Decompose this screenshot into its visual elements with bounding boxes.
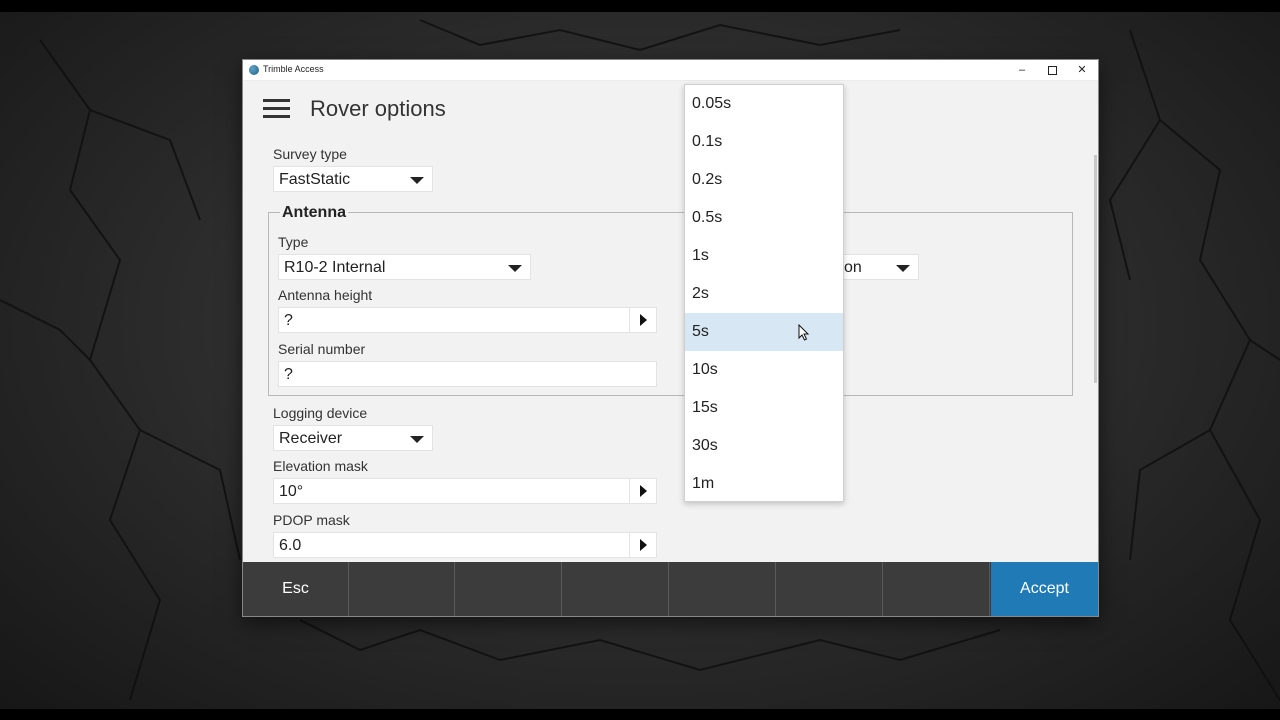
- dropdown-option[interactable]: 10s: [685, 351, 843, 389]
- dropdown-option[interactable]: 0.5s: [685, 199, 843, 237]
- dropdown-option[interactable]: 0.1s: [685, 123, 843, 161]
- close-button[interactable]: ✕: [1067, 60, 1097, 80]
- chevron-down-icon: [508, 265, 522, 272]
- antenna-height-arrow-button[interactable]: [629, 308, 656, 332]
- softkey-empty-3: [563, 562, 669, 616]
- elevation-mask-field[interactable]: 10°: [273, 478, 657, 504]
- pdop-mask-arrow-button[interactable]: [629, 533, 656, 557]
- esc-button[interactable]: Esc: [243, 562, 349, 616]
- window-title: Trimble Access: [263, 64, 324, 74]
- antenna-measured-to-value: on: [844, 259, 862, 276]
- chevron-down-icon: [410, 436, 424, 443]
- menu-icon[interactable]: [263, 99, 291, 119]
- softkey-empty-6: [884, 562, 990, 616]
- elevation-mask-label: Elevation mask: [273, 458, 368, 474]
- rover-options-panel: Rover options Survey type FastStatic Ant…: [243, 81, 1098, 562]
- logging-device-value: Receiver: [279, 430, 343, 447]
- antenna-type-value: R10-2 Internal: [284, 259, 386, 276]
- mouse-cursor-icon: [798, 324, 810, 341]
- pdop-mask-label: PDOP mask: [273, 512, 350, 528]
- dropdown-option[interactable]: 1s: [685, 237, 843, 275]
- elevation-mask-value: 10°: [279, 483, 304, 500]
- antenna-group-label: Antenna: [280, 204, 348, 222]
- softkey-empty-5: [777, 562, 883, 616]
- antenna-height-value: ?: [284, 312, 293, 329]
- survey-type-select[interactable]: FastStatic: [273, 166, 433, 192]
- softkey-empty-2: [456, 562, 562, 616]
- title-bar[interactable]: Trimble Access – ✕: [243, 60, 1098, 81]
- logging-device-select[interactable]: Receiver: [273, 425, 433, 451]
- pdop-mask-value: 6.0: [279, 537, 302, 554]
- antenna-height-label: Antenna height: [278, 287, 373, 303]
- antenna-type-select[interactable]: R10-2 Internal: [278, 254, 531, 280]
- dropdown-option[interactable]: 15s: [685, 389, 843, 427]
- accept-button[interactable]: Accept: [991, 562, 1098, 616]
- survey-type-label: Survey type: [273, 146, 347, 162]
- letterbox-bottom: [0, 709, 1280, 720]
- serial-number-value: ?: [284, 366, 293, 383]
- page-title: Rover options: [310, 96, 446, 121]
- serial-number-field[interactable]: ?: [278, 361, 657, 387]
- dropdown-option[interactable]: 2s: [685, 275, 843, 313]
- maximize-icon: [1047, 65, 1057, 75]
- dropdown-option[interactable]: 30s: [685, 427, 843, 465]
- minimize-button[interactable]: –: [1007, 60, 1037, 80]
- dropdown-option[interactable]: 1m: [685, 465, 843, 503]
- logging-device-label: Logging device: [273, 405, 368, 421]
- antenna-height-field[interactable]: ?: [278, 307, 657, 333]
- dropdown-option[interactable]: 0.05s: [685, 85, 843, 123]
- chevron-down-icon: [410, 177, 424, 184]
- letterbox-top: [0, 0, 1280, 12]
- play-arrow-icon: [640, 539, 647, 551]
- softkey-empty-4: [670, 562, 776, 616]
- logging-interval-dropdown: 0.05s 0.1s 0.2s 0.5s 1s 2s 5s 10s 15s 30…: [684, 84, 844, 502]
- survey-type-value: FastStatic: [279, 171, 351, 188]
- dropdown-option[interactable]: 0.2s: [685, 161, 843, 199]
- dropdown-option-highlighted[interactable]: 5s: [685, 313, 843, 351]
- play-arrow-icon: [640, 314, 647, 326]
- softkey-bar: Esc Accept: [243, 562, 1098, 616]
- antenna-measured-to-select[interactable]: on: [839, 254, 919, 280]
- app-window: Trimble Access – ✕ Rover options Survey …: [243, 60, 1098, 616]
- pdop-mask-field[interactable]: 6.0: [273, 532, 657, 558]
- play-arrow-icon: [640, 485, 647, 497]
- trimble-app-icon: [249, 65, 259, 75]
- maximize-button[interactable]: [1037, 60, 1067, 80]
- softkey-empty-1: [349, 562, 455, 616]
- scrollbar[interactable]: [1094, 155, 1097, 383]
- serial-number-label: Serial number: [278, 341, 366, 357]
- chevron-down-icon: [896, 265, 910, 272]
- elevation-mask-arrow-button[interactable]: [629, 479, 656, 503]
- antenna-type-label: Type: [278, 234, 309, 250]
